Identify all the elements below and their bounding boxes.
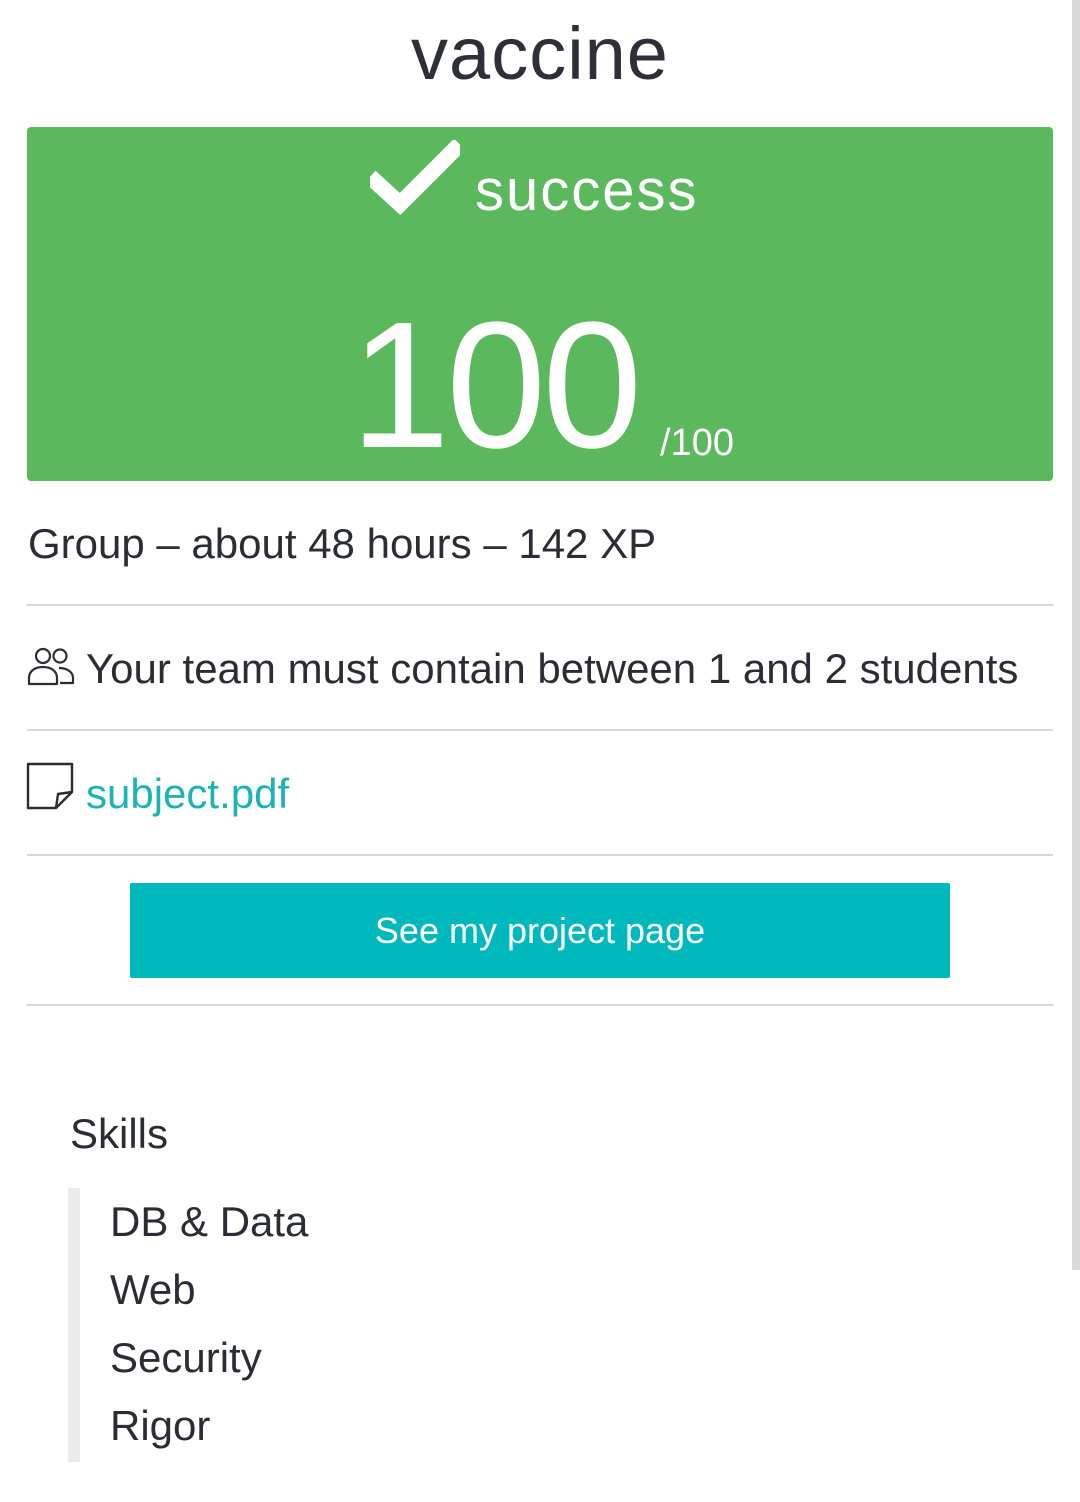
score-max: /100	[660, 422, 734, 464]
divider	[27, 729, 1053, 731]
score-value: 100	[350, 285, 642, 486]
skills-list: DB & Data Web Security Rigor	[68, 1188, 680, 1462]
skill-item: Rigor	[110, 1402, 211, 1449]
divider	[27, 854, 1053, 856]
status-label: success	[475, 158, 699, 223]
skill-item: DB & Data	[110, 1198, 309, 1245]
project-meta: Group – about 48 hours – 142 XP	[28, 520, 657, 567]
skill-item: Security	[110, 1334, 262, 1381]
divider	[27, 604, 1053, 606]
users-icon	[27, 647, 75, 686]
result-status: success	[0, 140, 1080, 240]
team-size-text: Your team must contain between 1 and 2 s…	[86, 645, 1019, 692]
see-project-page-button[interactable]: See my project page	[130, 883, 950, 978]
skill-item: Web	[110, 1266, 196, 1313]
skills-heading: Skills	[70, 1110, 169, 1157]
subject-pdf-link[interactable]: subject.pdf	[86, 766, 289, 822]
page-title: vaccine	[411, 12, 669, 95]
divider	[27, 1004, 1053, 1006]
document-icon	[26, 762, 74, 810]
checkmark-icon	[370, 140, 460, 215]
